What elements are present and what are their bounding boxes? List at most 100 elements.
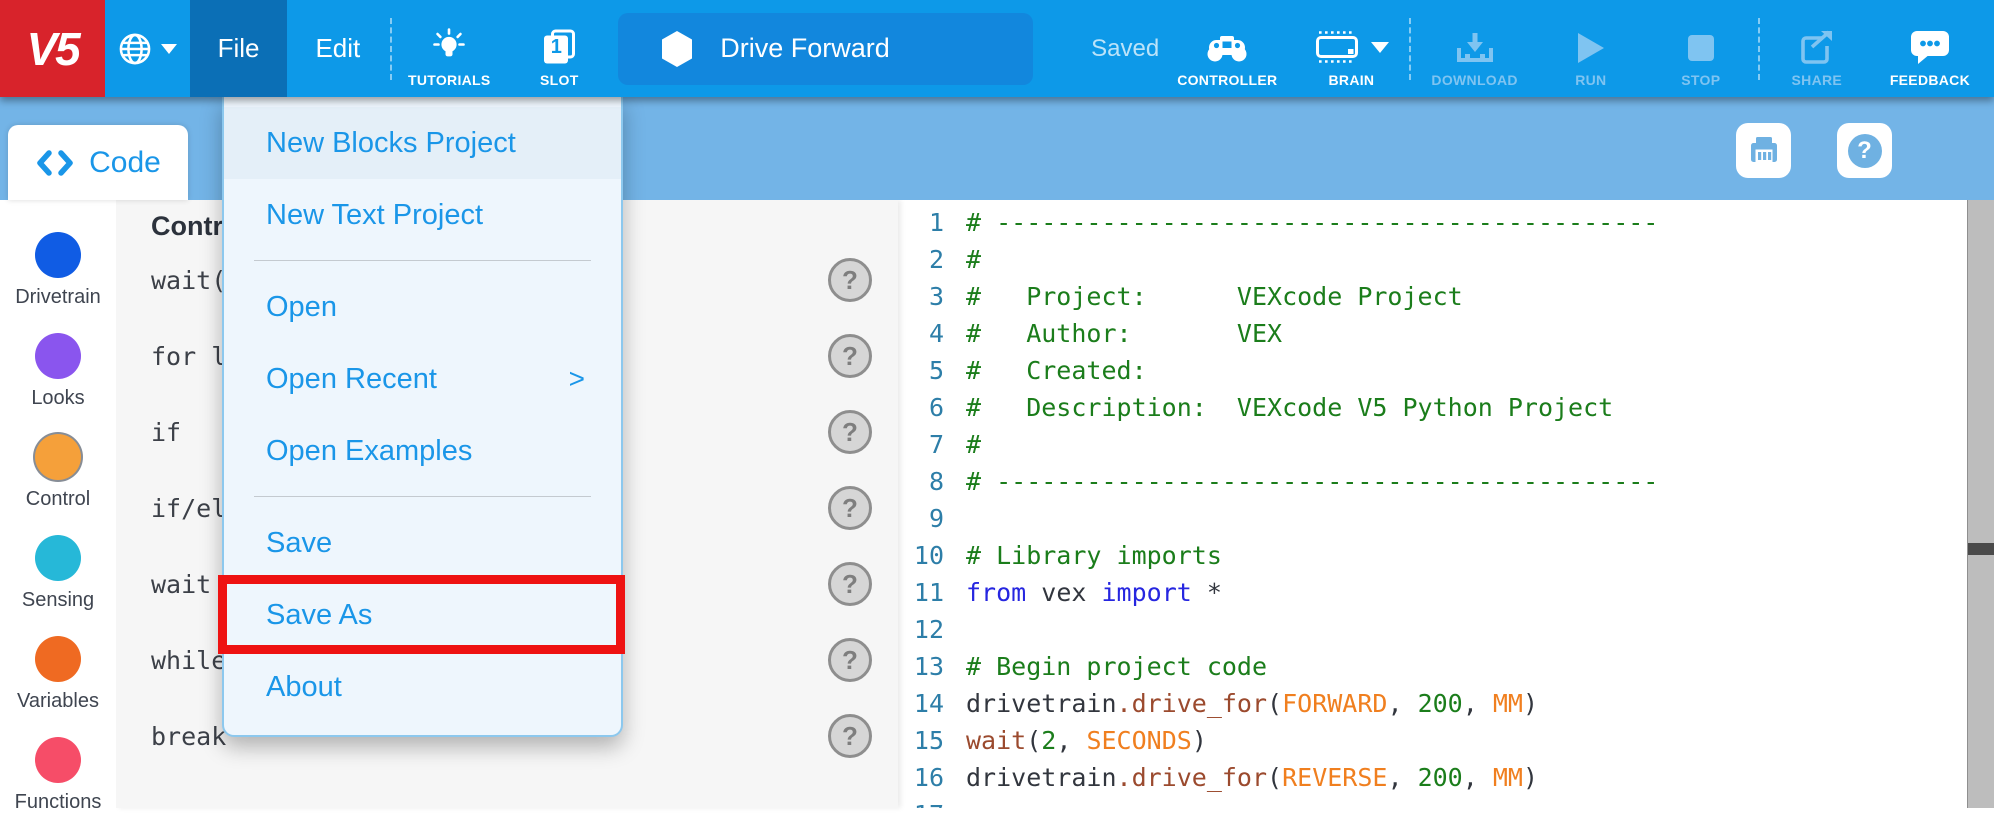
chevron-down-icon — [1371, 42, 1389, 53]
print-button[interactable] — [1736, 123, 1791, 178]
code-line: 10# Library imports — [898, 537, 1994, 574]
slot-page-icon: 1 — [542, 29, 576, 65]
category-sidebar: DrivetrainLooksControlSensingVariablesFu… — [0, 200, 116, 808]
code-line: 5# Created: — [898, 352, 1994, 389]
brain-button[interactable]: BRAIN — [1295, 0, 1407, 97]
menu-item-label: Open Recent — [266, 363, 437, 396]
block-help-button[interactable]: ? — [828, 410, 872, 454]
code-token: ) — [1523, 689, 1538, 718]
category-label: Drivetrain — [15, 286, 101, 309]
block-help-button[interactable]: ? — [828, 638, 872, 682]
line-number: 2 — [898, 245, 944, 274]
line-number: 14 — [898, 689, 944, 718]
project-name-field[interactable]: Drive Forward — [618, 13, 1033, 85]
file-menu-item-save[interactable]: Save — [224, 507, 621, 579]
code-token: 200 — [1418, 763, 1463, 792]
feedback-label: FEEDBACK — [1890, 72, 1970, 88]
menu-item-label: New Blocks Project — [266, 127, 516, 160]
block-help-button[interactable]: ? — [828, 486, 872, 530]
sidebar-category-functions[interactable]: Functions — [15, 737, 102, 814]
code-token: REVERSE — [1282, 763, 1387, 792]
code-token: ( — [1267, 689, 1282, 718]
editor-scrollbar[interactable] — [1967, 200, 1994, 808]
tab-code[interactable]: Code — [8, 125, 188, 200]
lightbulb-icon — [430, 27, 468, 65]
file-menu-item-save-as[interactable]: Save As — [224, 579, 621, 651]
code-editor[interactable]: 1# -------------------------------------… — [898, 200, 1994, 808]
chevron-down-icon — [161, 44, 177, 54]
sidebar-category-variables[interactable]: Variables — [17, 636, 99, 713]
code-line: 3# Project: VEXcode Project — [898, 278, 1994, 315]
code-token: .drive_for — [1117, 689, 1268, 718]
sidebar-category-looks[interactable]: Looks — [31, 333, 84, 410]
block-help-button[interactable]: ? — [828, 714, 872, 758]
category-label: Variables — [17, 690, 99, 713]
palette-block[interactable]: break — [151, 722, 226, 751]
line-number: 17 — [898, 800, 944, 808]
file-menu-item-open-examples[interactable]: Open Examples — [224, 415, 621, 487]
file-menu-item-open-recent[interactable]: Open Recent > — [224, 343, 621, 415]
code-brackets-icon — [35, 148, 75, 178]
code-line: 2# — [898, 241, 1994, 278]
controller-button[interactable]: CONTROLLER — [1159, 0, 1295, 97]
stop-button: STOP — [1646, 0, 1756, 97]
code-line: 14drivetrain.drive_for(FORWARD, 200, MM) — [898, 685, 1994, 722]
file-menu-item-new-text-project[interactable]: New Text Project — [224, 179, 621, 251]
code-token: # — [966, 245, 981, 274]
functions-category-icon — [35, 737, 81, 783]
code-token: FORWARD — [1282, 689, 1387, 718]
feedback-button[interactable]: FEEDBACK — [1872, 0, 1988, 97]
code-token: , — [1056, 726, 1086, 755]
submenu-arrow-icon: > — [569, 363, 585, 395]
run-button: RUN — [1536, 0, 1646, 97]
divider — [1758, 18, 1760, 80]
sidebar-category-drivetrain[interactable]: Drivetrain — [15, 232, 101, 309]
code-token: 200 — [1418, 689, 1463, 718]
code-token: wait — [966, 726, 1026, 755]
printer-icon — [1746, 133, 1782, 169]
menubar-item-file[interactable]: File — [190, 0, 288, 97]
block-help-button[interactable]: ? — [828, 258, 872, 302]
menu-divider — [254, 496, 591, 497]
code-token: # Begin project code — [966, 652, 1267, 681]
block-help-button[interactable]: ? — [828, 334, 872, 378]
code-token: .drive_for — [1117, 763, 1268, 792]
code-token: # Created: — [966, 356, 1147, 385]
menu-divider — [254, 260, 591, 261]
controller-label: CONTROLLER — [1177, 72, 1277, 88]
code-line: 4 # Author: VEX — [898, 315, 1994, 352]
code-line: 1# -------------------------------------… — [898, 204, 1994, 241]
slot-number: 1 — [545, 36, 567, 59]
code-token: # Author: VEX — [966, 319, 1282, 348]
share-button: SHARE — [1762, 0, 1872, 97]
code-token: , — [1463, 689, 1493, 718]
sidebar-category-sensing[interactable]: Sensing — [22, 535, 94, 612]
code-token: SECONDS — [1086, 726, 1191, 755]
tutorials-label: TUTORIALS — [408, 72, 491, 88]
file-menu-item-open[interactable]: Open — [224, 271, 621, 343]
saved-status: Saved — [1091, 35, 1159, 63]
line-number: 4 — [898, 319, 944, 348]
divider — [1409, 18, 1411, 80]
scrollbar-thumb[interactable] — [1968, 543, 1994, 555]
slot-button[interactable]: 1 SLOT — [504, 0, 614, 97]
tutorials-button[interactable]: TUTORIALS — [394, 0, 504, 97]
file-menu-item-new-blocks-project[interactable]: New Blocks Project — [224, 107, 621, 179]
code-token: # --------------------------------------… — [966, 208, 1658, 237]
palette-block[interactable]: if — [151, 418, 181, 447]
code-token: ) — [1192, 726, 1207, 755]
language-button[interactable] — [105, 0, 189, 97]
controller-icon — [1204, 33, 1250, 65]
file-menu-item-about[interactable]: About — [224, 651, 621, 723]
sidebar-category-control[interactable]: Control — [26, 434, 90, 511]
code-token: MM — [1493, 689, 1523, 718]
menubar-item-edit[interactable]: Edit — [287, 0, 388, 97]
category-label: Functions — [15, 791, 102, 814]
help-button[interactable]: ? — [1837, 123, 1892, 178]
line-number: 13 — [898, 652, 944, 681]
code-token: drivetrain — [966, 689, 1117, 718]
block-help-button[interactable]: ? — [828, 562, 872, 606]
code-token: # --------------------------------------… — [966, 467, 1658, 496]
line-number: 8 — [898, 467, 944, 496]
menu-group: FileEdit — [190, 0, 389, 97]
